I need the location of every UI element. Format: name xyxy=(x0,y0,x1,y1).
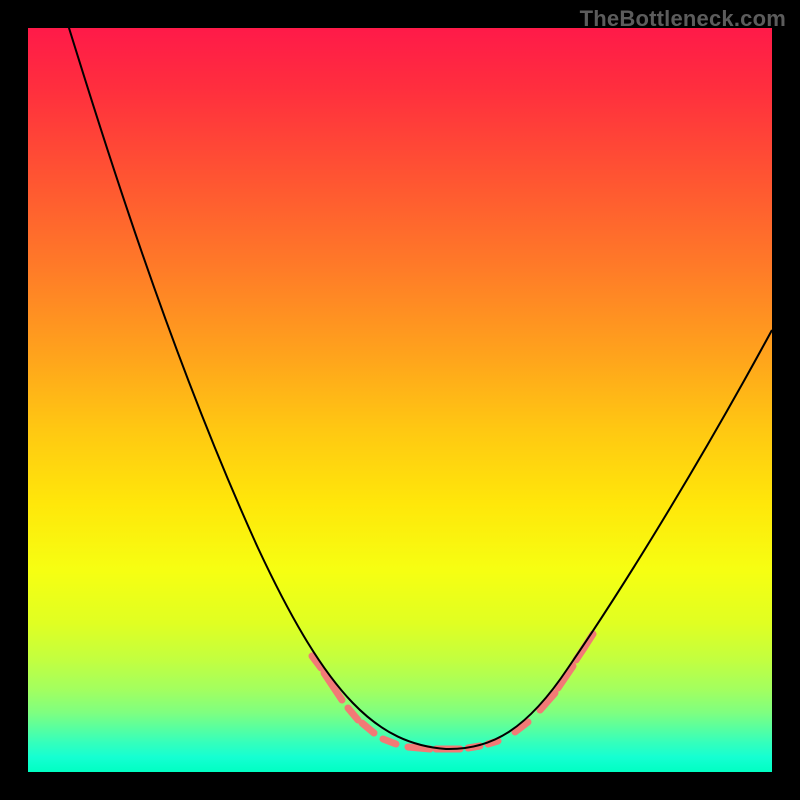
highlight-segment xyxy=(383,739,396,744)
highlight-segment xyxy=(558,666,573,688)
curve-line xyxy=(38,28,772,749)
highlight-segment xyxy=(362,723,374,733)
chart-plot-area xyxy=(28,28,772,772)
chart-stage: TheBottleneck.com xyxy=(0,0,800,800)
highlight-segment xyxy=(348,708,358,720)
watermark-label: TheBottleneck.com xyxy=(580,6,786,32)
chart-svg xyxy=(28,28,772,772)
curve-group xyxy=(38,28,772,749)
